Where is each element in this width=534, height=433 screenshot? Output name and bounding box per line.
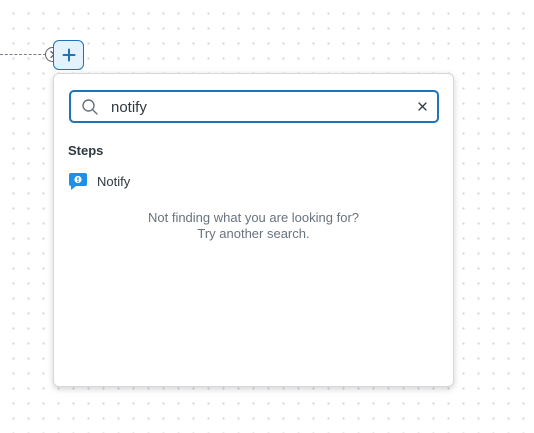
add-step-button[interactable] [53, 40, 84, 70]
search-box[interactable] [69, 90, 439, 123]
result-label: Notify [97, 173, 131, 189]
search-input[interactable] [111, 96, 401, 118]
section-heading-steps: Steps [68, 143, 104, 158]
empty-search-message: Not finding what you are looking for? Tr… [54, 210, 453, 242]
notify-icon [69, 173, 87, 190]
empty-message-line-2: Try another search. [197, 226, 310, 241]
empty-message-line-1: Not finding what you are looking for? [147, 210, 359, 225]
plus-icon [62, 48, 75, 62]
connector-dashed-line [0, 54, 46, 55]
step-picker-popover: Steps Notify Not finding what you are lo… [53, 73, 454, 387]
search-icon [82, 99, 98, 115]
result-item-notify[interactable]: Notify [68, 170, 438, 192]
close-icon[interactable] [416, 100, 429, 113]
